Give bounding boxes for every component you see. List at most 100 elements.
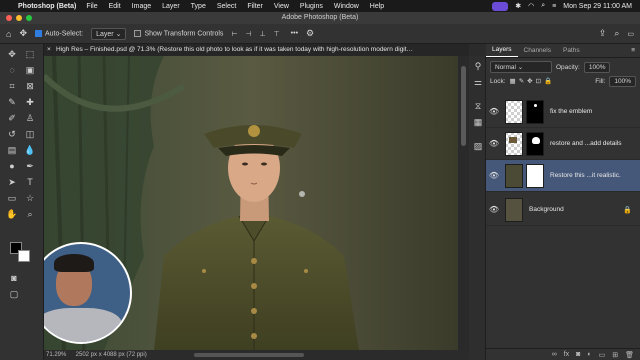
properties-icon[interactable]: ⚲: [472, 60, 484, 72]
app-menu[interactable]: Photoshop (Beta): [18, 3, 76, 10]
path-select-icon[interactable]: ➤: [6, 176, 18, 188]
tab-channels[interactable]: Channels: [518, 47, 557, 57]
delete-layer-icon[interactable]: 🗑: [625, 351, 634, 359]
close-window-button[interactable]: [6, 15, 12, 21]
layer-row[interactable]: 👁 restore and ...add details: [486, 128, 640, 160]
menu-layer[interactable]: Layer: [162, 3, 180, 10]
adjustment-layer-icon[interactable]: ◐: [587, 351, 591, 358]
layer-mask-thumbnail[interactable]: [526, 163, 544, 188]
share-icon[interactable]: ⇪: [599, 28, 607, 39]
close-tab-icon[interactable]: ×: [47, 44, 51, 56]
transform-controls-checkbox[interactable]: Show Transform Controls: [134, 29, 223, 37]
hand-tool-icon[interactable]: ✋: [6, 208, 18, 220]
more-options-icon[interactable]: •••: [291, 30, 298, 37]
visibility-eye-icon[interactable]: 👁: [486, 205, 502, 214]
menu-type[interactable]: Type: [191, 3, 206, 10]
search-icon[interactable]: ⌕: [541, 2, 545, 10]
new-group-icon[interactable]: ▭: [599, 351, 606, 359]
frame-tool-icon[interactable]: ⊠: [24, 80, 36, 92]
canvas[interactable]: [44, 56, 458, 350]
dodge-tool-icon[interactable]: ●: [6, 160, 18, 172]
eraser-icon[interactable]: ◫: [24, 128, 36, 140]
menu-image[interactable]: Image: [132, 3, 151, 10]
layer-row-selected[interactable]: 👁 Restore this ...it realistic.: [486, 160, 640, 192]
background-color-swatch[interactable]: [18, 250, 30, 262]
new-layer-icon[interactable]: ⊞: [612, 351, 618, 359]
blend-mode-dropdown[interactable]: Normal ⌄: [490, 61, 552, 73]
eyedropper-icon[interactable]: ✎: [6, 96, 18, 108]
crop-tool-icon[interactable]: ⌗: [6, 80, 18, 92]
auto-select-checkbox[interactable]: Auto-Select:: [34, 29, 83, 37]
menu-select[interactable]: Select: [217, 3, 236, 10]
bluetooth-icon[interactable]: ✱: [515, 2, 521, 10]
gear-icon[interactable]: ⚙: [306, 28, 314, 39]
visibility-eye-icon[interactable]: 👁: [486, 107, 502, 116]
lock-icons[interactable]: ▦✎✥⊡🔒: [510, 77, 556, 85]
lasso-tool-icon[interactable]: ◌: [6, 64, 18, 76]
menu-window[interactable]: Window: [334, 3, 359, 10]
horizontal-scroll-thumb[interactable]: [194, 353, 304, 357]
link-layers-icon[interactable]: ∞: [552, 351, 557, 358]
vertical-scrollbar[interactable]: [458, 56, 469, 350]
menu-help[interactable]: Help: [370, 3, 384, 10]
recording-icon[interactable]: [492, 1, 509, 11]
menu-edit[interactable]: Edit: [109, 3, 121, 10]
type-tool-icon[interactable]: T: [24, 176, 36, 188]
rectangle-tool-icon[interactable]: ▭: [6, 192, 18, 204]
fill-field[interactable]: 100%: [609, 75, 636, 87]
blur-tool-icon[interactable]: 💧: [24, 144, 36, 156]
tab-paths[interactable]: Paths: [557, 47, 586, 57]
history-brush-icon[interactable]: ↺: [6, 128, 18, 140]
quick-mask-icon[interactable]: ◙: [8, 272, 20, 284]
fx-icon[interactable]: fx: [564, 351, 569, 358]
custom-shape-icon[interactable]: ☆: [24, 192, 36, 204]
macos-menubar: Photoshop (Beta) File Edit Image Layer T…: [0, 0, 640, 12]
history-icon[interactable]: ⧖: [472, 100, 484, 112]
menu-view[interactable]: View: [274, 3, 289, 10]
zoom-tool-icon[interactable]: ⌕: [24, 208, 36, 220]
home-icon[interactable]: ⌂: [6, 29, 11, 39]
object-select-icon[interactable]: ▣: [24, 64, 36, 76]
zoom-level[interactable]: 71.29%: [46, 350, 74, 360]
swatches-icon[interactable]: ▦: [472, 116, 484, 128]
workspace-icon[interactable]: ▭: [627, 30, 640, 38]
menu-plugins[interactable]: Plugins: [300, 3, 323, 10]
screen-mode-icon[interactable]: ▢: [8, 288, 20, 300]
pen-tool-icon[interactable]: ✒: [24, 160, 36, 172]
vertical-scroll-thumb[interactable]: [461, 66, 466, 146]
visibility-eye-icon[interactable]: 👁: [486, 139, 502, 148]
zoom-window-button[interactable]: [26, 15, 32, 21]
healing-brush-icon[interactable]: ✚: [24, 96, 36, 108]
opacity-field[interactable]: 100%: [583, 61, 611, 73]
panel-tabs: Layers Channels Paths ≡: [486, 44, 640, 58]
marquee-tool-icon[interactable]: ⬚: [24, 48, 36, 60]
search-icon[interactable]: ⌕: [614, 28, 619, 39]
layer-row[interactable]: 👁 Background 🔒: [486, 194, 640, 226]
stamp-tool-icon[interactable]: ♙: [24, 112, 36, 124]
layer-mask-thumbnail[interactable]: [526, 131, 544, 156]
add-mask-icon[interactable]: ◙: [576, 351, 580, 358]
brush-tool-icon[interactable]: ✐: [6, 112, 18, 124]
move-tool-icon[interactable]: ✥: [6, 48, 18, 60]
layer-mask-thumbnail[interactable]: [526, 99, 544, 124]
panel-menu-icon[interactable]: ≡: [631, 47, 640, 57]
layer-row[interactable]: 👁 fix the emblem: [486, 96, 640, 128]
tab-layers[interactable]: Layers: [486, 46, 518, 57]
wifi-icon[interactable]: ◠: [528, 2, 534, 10]
menu-filter[interactable]: Filter: [247, 3, 263, 10]
document-tab[interactable]: × High Res – Finished.psd @ 71.3% (Resto…: [44, 44, 469, 56]
presenter-hair: [54, 254, 94, 272]
layer-thumbnail: [505, 163, 523, 188]
control-center-icon[interactable]: ≡: [552, 3, 556, 10]
auto-select-dropdown[interactable]: Layer ⌄: [91, 27, 127, 40]
visibility-eye-icon[interactable]: 👁: [486, 171, 502, 180]
menu-file[interactable]: File: [86, 3, 97, 10]
gradient-icon[interactable]: ▤: [6, 144, 18, 156]
minimize-window-button[interactable]: [16, 15, 22, 21]
clock[interactable]: Mon Sep 29 11:00 AM: [563, 3, 632, 10]
adjustments-icon[interactable]: ⚌: [472, 76, 484, 88]
align-icons[interactable]: ⊢ ⊣ ⊥ ⊤: [231, 30, 282, 38]
layers-panel: Layers Channels Paths ≡ Normal ⌄ Opacity…: [486, 44, 640, 360]
move-tool-icon[interactable]: ✥: [19, 28, 27, 39]
libraries-icon[interactable]: ▨: [472, 140, 484, 152]
